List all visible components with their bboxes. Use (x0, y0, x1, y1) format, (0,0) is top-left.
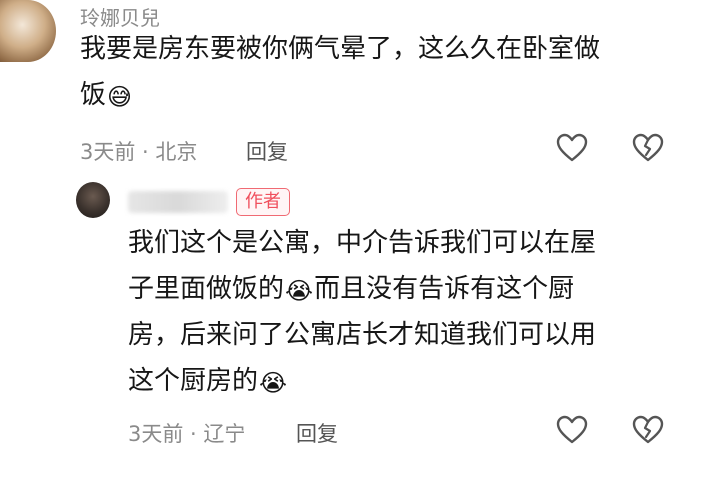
reply-avatar[interactable] (76, 182, 110, 218)
broken-heart-icon[interactable] (632, 415, 664, 449)
reply-text-line-4: 这个厨房的😭 (128, 358, 288, 404)
reply-button[interactable]: 回复 (296, 418, 338, 448)
crying-emoji-icon: 😭 (259, 369, 288, 397)
reply-timestamp: 3天前 · 辽宁 (128, 422, 246, 446)
comment-text-tail: 饭 (80, 80, 107, 110)
reply-text-line-3: 房，后来问了公寓店长才知道我们可以用 (128, 320, 597, 350)
reply-text-line-2: 子里面做饭的😭而且没有告诉有这个厨 (128, 266, 574, 312)
heart-outline-icon[interactable] (556, 415, 588, 449)
heart-outline-icon[interactable] (556, 133, 588, 167)
crying-emoji-icon: 😭 (285, 277, 314, 305)
comment-timestamp: 3天前 · 北京 (80, 140, 198, 164)
reply-text-line-4a: 这个厨房的 (128, 366, 259, 396)
reply-button[interactable]: 回复 (246, 136, 288, 166)
broken-heart-icon[interactable] (632, 133, 664, 167)
sweat-smile-emoji-icon: 😅 (107, 83, 133, 111)
reply-text-line-1: 我们这个是公寓，中介告诉我们可以在屋 (128, 228, 597, 258)
reply-text-line-2a: 子里面做饭的 (128, 274, 285, 304)
reply-text-line-2b: 而且没有告诉有这个厨 (314, 274, 575, 304)
author-badge: 作者 (236, 188, 290, 216)
reply-username-blurred[interactable] (128, 191, 228, 213)
comment-text-line-1: 我要是房东要被你俩气晕了，这么久在卧室做 (80, 34, 601, 64)
comment-text-line-2: 饭😅 (80, 72, 133, 118)
avatar[interactable] (0, 0, 56, 62)
